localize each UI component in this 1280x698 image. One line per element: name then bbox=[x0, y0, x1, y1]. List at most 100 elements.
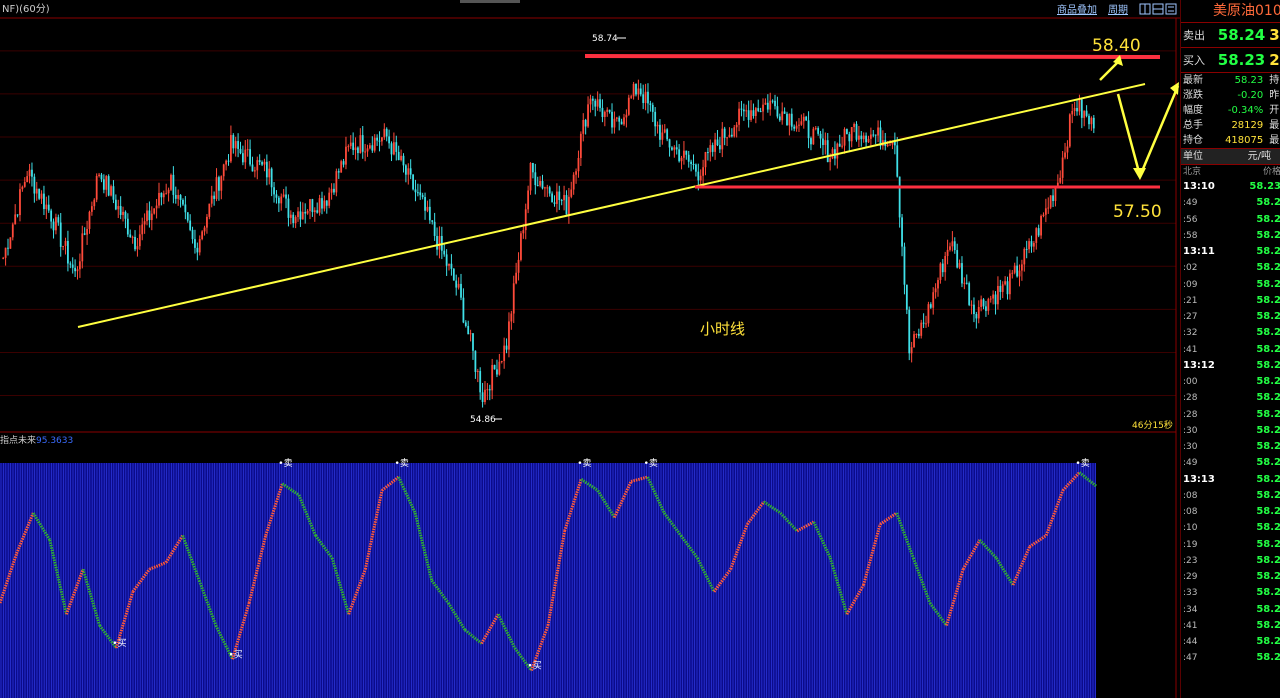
candle[interactable] bbox=[752, 103, 755, 119]
candle[interactable] bbox=[488, 384, 491, 401]
candle[interactable] bbox=[692, 154, 695, 170]
candle[interactable] bbox=[428, 199, 431, 224]
tick-row[interactable]: :19 58.2 bbox=[1181, 537, 1280, 553]
candle[interactable] bbox=[536, 176, 539, 187]
candle[interactable] bbox=[973, 297, 975, 323]
candle[interactable] bbox=[7, 238, 9, 256]
candle[interactable] bbox=[771, 99, 774, 104]
candle[interactable] bbox=[287, 194, 290, 227]
candle[interactable] bbox=[1042, 212, 1045, 218]
candle[interactable] bbox=[1085, 105, 1088, 118]
candle[interactable] bbox=[747, 100, 750, 128]
candle[interactable] bbox=[850, 127, 853, 148]
candle[interactable] bbox=[961, 256, 963, 288]
candle[interactable] bbox=[191, 226, 194, 244]
candle[interactable] bbox=[1006, 276, 1009, 300]
candle[interactable] bbox=[244, 140, 247, 169]
candle[interactable] bbox=[500, 360, 503, 364]
candle[interactable] bbox=[79, 253, 81, 278]
candle[interactable] bbox=[843, 127, 846, 154]
candle[interactable] bbox=[265, 154, 268, 186]
candle[interactable] bbox=[1083, 110, 1086, 127]
candle[interactable] bbox=[340, 159, 343, 173]
candle[interactable] bbox=[241, 145, 244, 166]
candle[interactable] bbox=[1040, 214, 1042, 239]
candle[interactable] bbox=[603, 110, 606, 127]
candlestick-series[interactable] bbox=[2, 79, 1095, 408]
candle[interactable] bbox=[153, 208, 156, 215]
candle[interactable] bbox=[836, 142, 839, 169]
candle[interactable] bbox=[848, 131, 851, 151]
tick-row[interactable]: :09 58.2 bbox=[1181, 277, 1280, 293]
candle[interactable] bbox=[4, 247, 7, 266]
candle[interactable] bbox=[800, 114, 803, 126]
candle[interactable] bbox=[639, 83, 642, 97]
candle[interactable] bbox=[213, 191, 216, 206]
candle[interactable] bbox=[695, 163, 697, 177]
candle[interactable] bbox=[230, 125, 232, 164]
candle[interactable] bbox=[611, 103, 613, 134]
candle[interactable] bbox=[858, 125, 860, 148]
candle[interactable] bbox=[498, 353, 501, 376]
candle[interactable] bbox=[472, 333, 474, 360]
candle[interactable] bbox=[184, 196, 187, 220]
candle[interactable] bbox=[395, 135, 398, 161]
tick-row[interactable]: 13:13 58.2 bbox=[1181, 472, 1280, 488]
candle[interactable] bbox=[869, 127, 872, 147]
candle[interactable] bbox=[508, 312, 510, 358]
candle[interactable] bbox=[558, 185, 561, 210]
candle[interactable] bbox=[769, 92, 772, 116]
candle[interactable] bbox=[433, 212, 436, 241]
candle[interactable] bbox=[728, 127, 731, 138]
candle[interactable] bbox=[333, 183, 335, 195]
candle[interactable] bbox=[146, 203, 148, 226]
candle[interactable] bbox=[615, 116, 618, 122]
candle[interactable] bbox=[464, 320, 467, 328]
candle[interactable] bbox=[323, 195, 326, 212]
candle[interactable] bbox=[877, 120, 879, 143]
candle[interactable] bbox=[965, 274, 968, 285]
candle[interactable] bbox=[524, 203, 527, 240]
candle[interactable] bbox=[510, 310, 513, 330]
overlay-link[interactable]: 商品叠加 bbox=[1057, 3, 1097, 16]
tick-row[interactable]: :21 58.2 bbox=[1181, 293, 1280, 309]
candle[interactable] bbox=[630, 94, 633, 99]
candle[interactable] bbox=[1059, 170, 1062, 184]
candle[interactable] bbox=[16, 214, 19, 218]
candle[interactable] bbox=[1023, 247, 1026, 272]
candle[interactable] bbox=[884, 132, 887, 151]
tick-row[interactable]: :30 58.2 bbox=[1181, 423, 1280, 439]
candle[interactable] bbox=[234, 136, 237, 157]
candle[interactable] bbox=[575, 168, 577, 184]
candle[interactable] bbox=[59, 213, 62, 257]
candle[interactable] bbox=[896, 137, 899, 178]
candle[interactable] bbox=[1004, 276, 1007, 286]
candle[interactable] bbox=[678, 144, 681, 163]
candle[interactable] bbox=[831, 147, 834, 160]
candle[interactable] bbox=[313, 207, 316, 222]
candle[interactable] bbox=[766, 94, 769, 113]
candle[interactable] bbox=[922, 313, 925, 328]
candle[interactable] bbox=[750, 100, 752, 122]
candle[interactable] bbox=[484, 381, 486, 405]
candle[interactable] bbox=[1011, 270, 1014, 279]
candle[interactable] bbox=[541, 174, 544, 190]
candle[interactable] bbox=[436, 227, 438, 256]
candle[interactable] bbox=[529, 162, 532, 195]
candle[interactable] bbox=[486, 383, 489, 401]
candle[interactable] bbox=[31, 162, 33, 187]
candle[interactable] bbox=[544, 186, 546, 197]
candle[interactable] bbox=[182, 198, 184, 206]
candle[interactable] bbox=[651, 102, 654, 123]
candle[interactable] bbox=[733, 125, 736, 138]
candle[interactable] bbox=[86, 220, 88, 245]
candle[interactable] bbox=[102, 174, 105, 194]
candle[interactable] bbox=[38, 188, 41, 201]
candle[interactable] bbox=[706, 147, 709, 161]
candle[interactable] bbox=[220, 175, 223, 200]
candle[interactable] bbox=[258, 154, 261, 166]
candle[interactable] bbox=[325, 200, 328, 214]
candle[interactable] bbox=[198, 235, 201, 256]
candle[interactable] bbox=[675, 140, 678, 155]
candle[interactable] bbox=[788, 113, 791, 136]
